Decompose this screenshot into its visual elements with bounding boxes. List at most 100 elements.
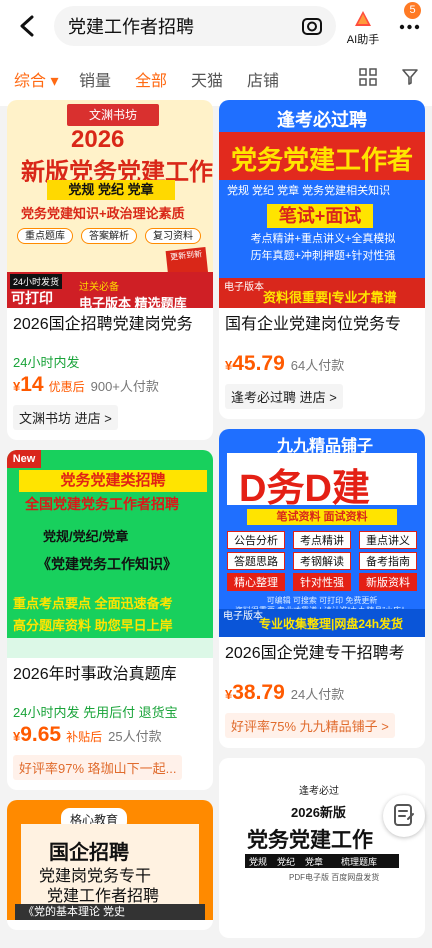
poster-note: 电子版本 精选题库	[79, 296, 187, 308]
poster-tag: 新版资料	[359, 573, 417, 591]
product-image[interactable]: 逢考必过 2026新版 党务党建工作 党规 党纪 党章 梳理题库 PDF电子版 …	[219, 758, 425, 938]
poster-heading: 党务党建工作者	[231, 145, 414, 175]
product-image[interactable]: 格心教育 国企招聘 党建岗党务专干 党建工作者招聘 《党的基本理论 党史	[7, 800, 213, 930]
poster-tag: 答题思路	[227, 552, 285, 570]
product-title[interactable]: 2026年时事政治真题库	[7, 658, 213, 702]
back-arrow-icon[interactable]	[14, 12, 42, 40]
camera-icon[interactable]	[300, 14, 324, 38]
ai-label: AI助手	[346, 34, 380, 46]
poster-new-tag: New	[7, 450, 41, 468]
poster-foot-tag: 电子版本	[223, 611, 263, 622]
sold-count: 64人付款	[290, 358, 345, 373]
poster-tag: 备考指南	[359, 552, 417, 570]
poster-feature-lines: 考点精讲+重点讲义+全真模拟 历年真题+冲刺押题+针对性强	[250, 233, 396, 262]
poster-brand: 逢考必过聘	[277, 110, 367, 130]
poster-delivery: PDF电子版 百度网盘发货	[289, 873, 380, 882]
product-title[interactable]: 国有企业党建岗位党务专	[219, 308, 425, 352]
product-card[interactable]: 格心教育 国企招聘 党建岗党务专干 党建工作者招聘 《党的基本理论 党史	[7, 800, 213, 930]
poster-shop-name: 文渊书坊	[67, 104, 159, 126]
poster-foot-main: 专业收集整理|网盘24h发货	[259, 617, 404, 631]
poster-strip: 笔试资料 面试资料	[247, 509, 397, 525]
poster-tag-row: 党规 党纪 党章 梳理题库	[245, 854, 399, 868]
poster-tag: 针对性强	[293, 573, 351, 591]
poster-subtitle: 党建工作者招聘	[47, 888, 160, 905]
rating-shop-chip[interactable]: 好评率75% 九九精品铺子 >	[225, 713, 395, 738]
filter-bar: 综合 ▾ 销量 全部 天猫 店铺	[0, 60, 432, 94]
poster-band: 党规/党纪/党章	[43, 529, 129, 544]
product-card[interactable]: 文渊书坊 2026 新版党务党建工作 党规 党纪 党章 党务党建知识+政治理论素…	[7, 100, 213, 440]
product-image[interactable]: New 党务党建类招聘 全国党建党务工作者招聘 党规/党纪/党章 《党建党务工作…	[7, 450, 213, 658]
poster-shipping-tag: 24小时发货	[10, 274, 63, 289]
price-row: ¥ 45.79 64人付款	[225, 352, 345, 375]
filter-funnel-icon[interactable]	[400, 67, 420, 87]
product-card[interactable]: 逢考必过聘 党务党建工作者 党规 党纪 党章 党务党建相关知识 笔试+面试 考点…	[219, 100, 425, 419]
top-header: 党建工作者招聘 AI助手 5 综合 ▾ 销量 全部 天猫 店铺	[0, 0, 432, 106]
rating-shop-chip[interactable]: 好评率97% 珞珈山下一起...	[13, 755, 183, 780]
shop-link[interactable]: 文渊书坊 进店 >	[13, 405, 118, 430]
poster-pill: 重点题库	[17, 228, 73, 244]
product-card[interactable]: 九九精品铺子 D务D建 笔试资料 面试资料 公告分析 考点精讲 重点讲义 答题思…	[219, 429, 425, 748]
product-grid: 文渊书坊 2026 新版党务党建工作 党规 党纪 党章 党务党建知识+政治理论素…	[0, 100, 432, 938]
poster-footer-strip	[7, 638, 213, 658]
notification-badge: 5	[404, 2, 421, 19]
poster-band: 党规 党纪 党章	[47, 180, 175, 200]
poster-foot-main: 资料很重要|专业才靠谱	[263, 290, 397, 305]
product-title[interactable]: 2026国企招聘党建岗党务	[7, 308, 213, 352]
poster-ribbon: 笔试+面试	[267, 204, 373, 228]
poster-tag: 党规	[249, 857, 268, 867]
filter-sales[interactable]: 销量	[79, 67, 111, 91]
ai-icon	[355, 11, 371, 26]
poster-heading: D务D建	[239, 468, 370, 510]
poster-keywords: 党规 党纪 党章 党务党建相关知识	[227, 185, 391, 197]
product-title[interactable]: 2026国企党建专干招聘考	[219, 637, 425, 681]
poster-slogan: 重点考点要点 全面迅速备考 高分题库资料 助您早日上岸	[13, 596, 173, 633]
price-row: ¥ 14 优惠后 900+人付款	[13, 373, 159, 396]
product-card[interactable]: New 党务党建类招聘 全国党建党务工作者招聘 党规/党纪/党章 《党建党务工作…	[7, 450, 213, 790]
filter-tmall[interactable]: 天猫	[191, 67, 223, 91]
search-field[interactable]: 党建工作者招聘	[54, 6, 336, 46]
poster-tag: 考点精讲	[293, 531, 351, 549]
price: 38.79	[232, 681, 285, 704]
poster-year: 2026	[71, 126, 125, 153]
poster-foot-tag: 电子版本	[224, 282, 264, 293]
poster-tag: 考钢解读	[293, 552, 351, 570]
poster-subtitle: 党务党建知识+政治理论素质	[21, 206, 185, 221]
poster-bottom-bar: 《党的基本理论 党史	[15, 904, 205, 920]
filter-all[interactable]: 全部	[135, 67, 167, 91]
price-note: 优惠后	[48, 380, 85, 394]
poster-book-title: 《党建党务工作知识》	[37, 556, 177, 572]
poster-heading: 国企招聘	[49, 842, 129, 864]
price: 9.65	[20, 723, 62, 746]
product-image[interactable]: 逢考必过聘 党务党建工作者 党规 党纪 党章 党务党建相关知识 笔试+面试 考点…	[219, 100, 425, 308]
filter-shop[interactable]: 店铺	[247, 67, 279, 91]
shipping-info: 24小时内发 先用后付 退货宝	[13, 705, 178, 720]
poster-note: 过关必备	[79, 282, 119, 293]
poster-tag: 梳理题库	[341, 857, 378, 867]
poster-tag: 公告分析	[227, 531, 285, 549]
shop-link[interactable]: 逢考必过聘 进店 >	[225, 384, 343, 409]
price-row: ¥ 9.65 补贴后 25人付款	[13, 723, 162, 746]
price-note: 补贴后	[66, 730, 103, 744]
note-edit-icon	[394, 804, 414, 826]
poster-tag: 党章	[305, 857, 324, 867]
grid-view-icon[interactable]	[358, 67, 378, 87]
price: 14	[20, 373, 44, 396]
poster-tag: 重点讲义	[359, 531, 417, 549]
sold-count: 25人付款	[108, 729, 162, 744]
filter-sort[interactable]: 综合 ▾	[14, 67, 59, 91]
poster-heading: 党务党建工作	[247, 829, 373, 852]
poster-edition: 2026新版	[291, 805, 346, 820]
price-row: ¥ 38.79 24人付款	[225, 681, 345, 704]
sold-count: 24人付款	[290, 687, 345, 702]
left-column: 文渊书坊 2026 新版党务党建工作 党规 党纪 党章 党务党建知识+政治理论素…	[7, 100, 213, 940]
product-image[interactable]: 九九精品铺子 D务D建 笔试资料 面试资料 公告分析 考点精讲 重点讲义 答题思…	[219, 429, 425, 637]
product-image[interactable]: 文渊书坊 2026 新版党务党建工作 党规 党纪 党章 党务党建知识+政治理论素…	[7, 100, 213, 308]
poster-printable: 可打印	[11, 290, 53, 306]
ai-assistant-button[interactable]: AI助手	[343, 10, 383, 46]
search-query: 党建工作者招聘	[68, 17, 194, 37]
floating-edit-button[interactable]	[383, 795, 425, 837]
poster-subtitle: 全国党建党务工作者招聘	[25, 496, 179, 512]
product-card[interactable]: 逢考必过 2026新版 党务党建工作 党规 党纪 党章 梳理题库 PDF电子版 …	[219, 758, 425, 938]
shipping-info: 24小时内发	[13, 355, 80, 370]
poster-stamp: 逢考必过	[299, 786, 339, 797]
